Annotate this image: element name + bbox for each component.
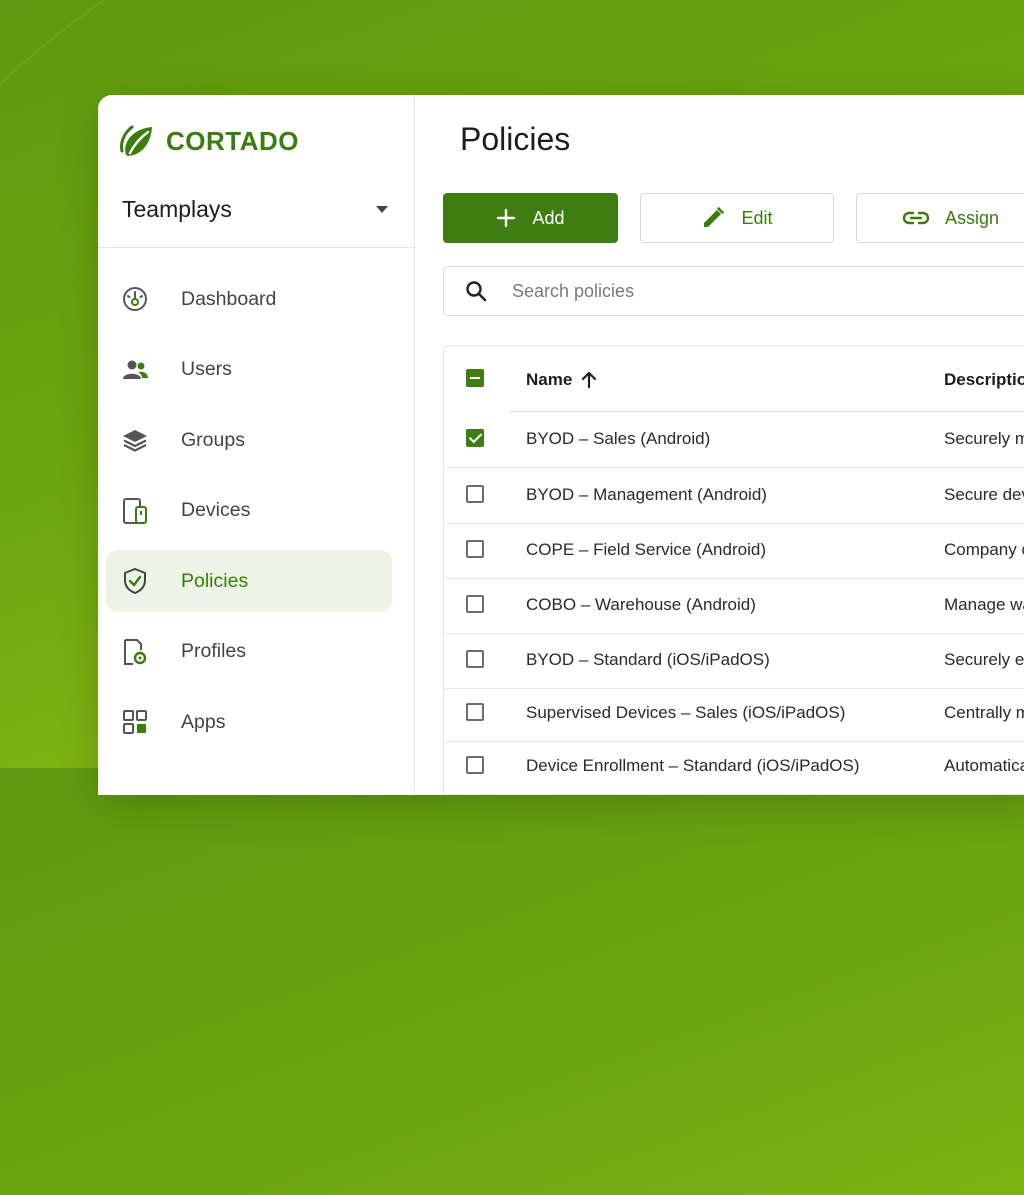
policy-name: Device Enrollment – Standard (iOS/iPadOS… (526, 756, 860, 775)
arrow-up-icon (581, 371, 597, 389)
table-row[interactable]: COPE – Field Service (Android) Company c (444, 523, 1024, 579)
row-checkbox[interactable] (466, 540, 484, 558)
sidebar-item-label: Users (181, 358, 232, 380)
column-header-name[interactable]: Name (526, 370, 597, 390)
policy-description: Manage wa (944, 595, 1024, 614)
profile-gear-icon (120, 637, 150, 667)
policy-name: COBO – Warehouse (Android) (526, 595, 756, 614)
search-icon (464, 279, 488, 303)
sidebar-item-profiles[interactable]: Profiles (106, 621, 392, 683)
sidebar-item-label: Dashboard (181, 287, 277, 310)
policies-table: Name Descriptio BYOD – Sales (Android) S… (443, 345, 1024, 795)
main-content: Policies Add Edit Assign Search policies… (414, 95, 1024, 795)
table-row[interactable]: Device Enrollment – Standard (iOS/iPadOS… (444, 739, 1024, 795)
table-row[interactable]: BYOD – Standard (iOS/iPadOS) Securely en (444, 633, 1024, 689)
apps-grid-icon (120, 707, 150, 737)
row-checkbox[interactable] (466, 429, 484, 447)
search-box (443, 266, 1024, 316)
row-checkbox[interactable] (466, 595, 484, 613)
sidebar-item-label: Profiles (181, 640, 247, 662)
policy-description: Securely en (944, 650, 1024, 669)
brand-name: CORTADO (166, 125, 300, 156)
app-window: CORTADO Teamplays Dashboard Users Groups… (98, 95, 1024, 795)
row-checkbox[interactable] (466, 485, 484, 503)
policy-name: BYOD – Sales (Android) (526, 429, 711, 448)
sidebar-item-label: Policies (181, 569, 249, 592)
policy-name: BYOD – Management (Android) (526, 485, 767, 504)
policy-name: COPE – Field Service (Android) (526, 540, 766, 559)
sidebar-item-label: Devices (181, 499, 251, 521)
sidebar: CORTADO Teamplays Dashboard Users Groups… (98, 95, 415, 795)
row-checkbox[interactable] (466, 756, 484, 774)
sidebar-item-dashboard[interactable]: Dashboard (106, 268, 392, 330)
sidebar-item-devices[interactable]: Devices (106, 480, 392, 542)
policy-description: Centrally m (944, 703, 1024, 722)
plus-icon (496, 208, 516, 228)
column-header-name-label: Name (526, 370, 573, 389)
policy-description: Company c (944, 540, 1024, 559)
caret-down-icon (376, 205, 388, 213)
sidebar-item-apps[interactable]: Apps (106, 691, 392, 753)
pencil-icon (701, 206, 725, 230)
sidebar-item-policies[interactable]: Policies (106, 550, 392, 612)
dashboard-gauge-icon (120, 284, 150, 314)
policy-name: BYOD – Standard (iOS/iPadOS) (526, 650, 770, 669)
policy-description: Automatica (944, 756, 1024, 775)
add-button[interactable]: Add (443, 193, 618, 243)
edit-button-label: Edit (741, 207, 773, 228)
devices-icon (120, 496, 150, 526)
brand-logo[interactable]: CORTADO (118, 121, 299, 161)
assign-button-label: Assign (944, 207, 1000, 228)
policy-description: Securely m (944, 429, 1024, 448)
table-row[interactable]: BYOD – Sales (Android) Securely m (444, 412, 1024, 468)
column-header-description[interactable]: Descriptio (944, 370, 1024, 390)
tenant-name: Teamplays (122, 195, 232, 222)
select-all-checkbox[interactable] (466, 369, 484, 387)
sidebar-nav: Dashboard Users Groups Devices Policies … (106, 268, 392, 762)
sidebar-item-label: Groups (181, 428, 245, 451)
table-row[interactable]: Supervised Devices – Sales (iOS/iPadOS) … (444, 686, 1024, 742)
row-checkbox[interactable] (466, 650, 484, 668)
layers-icon (120, 425, 150, 455)
edit-button[interactable]: Edit (640, 193, 834, 243)
sidebar-item-label: Apps (181, 710, 226, 733)
table-header: Name Descriptio (444, 346, 1024, 412)
policy-description: Secure dev (944, 485, 1024, 504)
add-button-label: Add (532, 207, 565, 228)
page-title: Policies (460, 121, 571, 157)
leaf-logo-icon (120, 125, 152, 156)
table-row[interactable]: BYOD – Management (Android) Secure dev (444, 468, 1024, 524)
sidebar-divider (98, 247, 414, 248)
sidebar-item-groups[interactable]: Groups (106, 409, 392, 471)
search-input[interactable] (510, 279, 994, 303)
shield-check-icon (120, 566, 150, 596)
policy-name: Supervised Devices – Sales (iOS/iPadOS) (526, 703, 846, 722)
row-checkbox[interactable] (466, 703, 484, 721)
users-icon (120, 355, 150, 385)
sidebar-item-users[interactable]: Users (106, 339, 392, 401)
link-icon (902, 210, 929, 226)
table-row[interactable]: COBO – Warehouse (Android) Manage wa (444, 578, 1024, 634)
tenant-selector[interactable]: Teamplays (122, 193, 392, 225)
assign-button[interactable]: Assign (856, 193, 1024, 243)
